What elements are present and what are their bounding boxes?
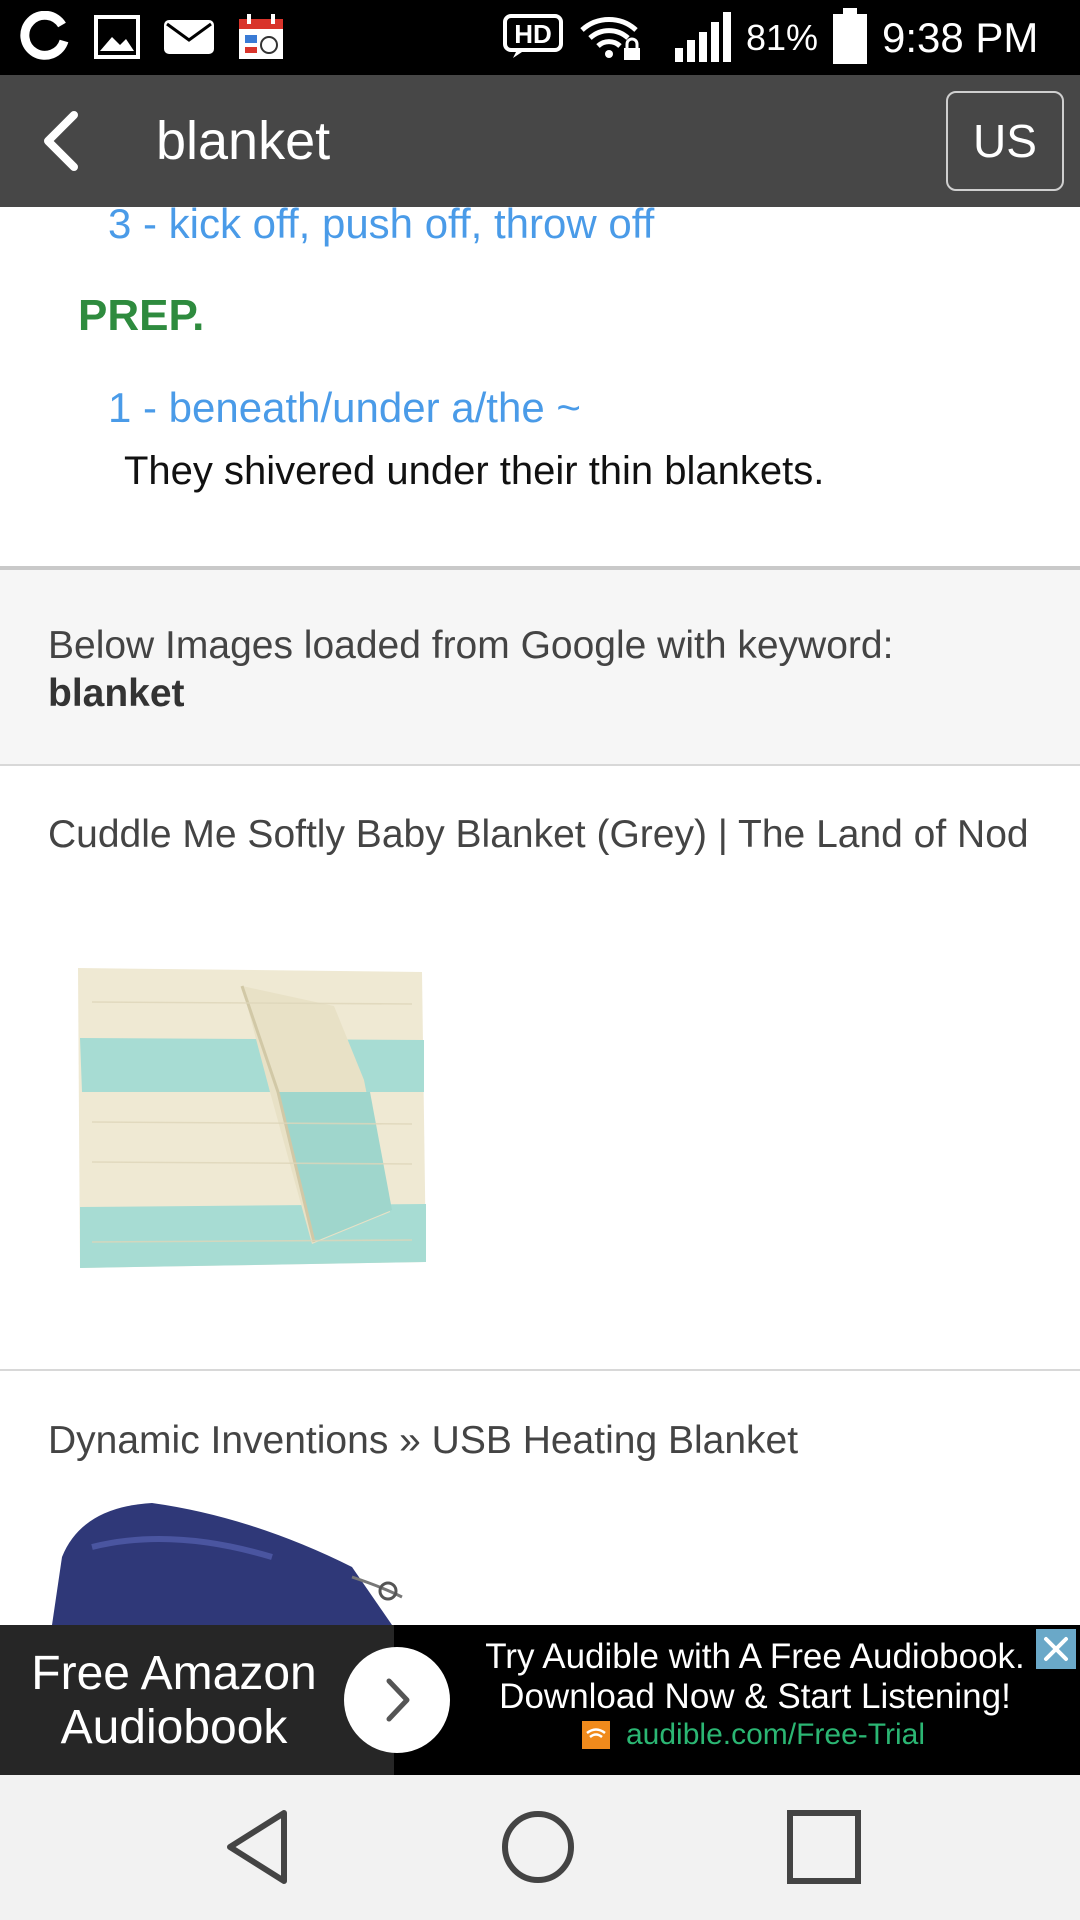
app-bar: blanket US xyxy=(0,75,1080,207)
app-o-icon xyxy=(16,11,72,62)
nav-back-button[interactable] xyxy=(206,1797,306,1897)
hd-label: HD xyxy=(514,19,552,49)
close-icon xyxy=(1041,1634,1071,1664)
result-image-1[interactable] xyxy=(52,942,436,1302)
gallery-icon xyxy=(92,12,142,62)
calendar-icon xyxy=(236,12,286,62)
nav-recents-button[interactable] xyxy=(774,1797,874,1897)
hd-icon: HD xyxy=(502,12,564,62)
status-bar: HD 81% 9:38 PM xyxy=(0,0,1080,75)
recents-square-icon xyxy=(784,1807,864,1887)
email-icon xyxy=(162,12,216,62)
result-title-2[interactable]: Dynamic Inventions » USB Heating Blanket xyxy=(48,1417,1038,1465)
battery-icon xyxy=(830,8,870,66)
signal-icon xyxy=(672,12,738,62)
ad-close-button[interactable] xyxy=(1036,1629,1076,1669)
divider xyxy=(0,1369,1080,1371)
nav-home-button[interactable] xyxy=(488,1797,588,1897)
wifi-lock-icon xyxy=(576,12,646,62)
content-area[interactable]: 3 - kick off, push off, throw off PREP. … xyxy=(0,207,1080,1625)
definition-prep-1[interactable]: 1 - beneath/under a/the ~ xyxy=(108,383,581,433)
page-title: blanket xyxy=(156,111,331,171)
ad-banner[interactable]: Free Amazon Audiobook Try Audible with A… xyxy=(0,1625,1080,1775)
ad-left-panel[interactable]: Free Amazon Audiobook xyxy=(0,1625,394,1775)
google-info-text: Below Images loaded from Google with key… xyxy=(48,624,894,667)
navigation-bar xyxy=(0,1775,1080,1920)
back-arrow-icon xyxy=(38,109,82,173)
divider xyxy=(0,764,1080,766)
clock: 9:38 PM xyxy=(882,14,1039,61)
example-sentence: They shivered under their thin blankets. xyxy=(124,449,825,493)
pos-label-prep: PREP. xyxy=(78,291,205,340)
ad-url[interactable]: audible.com/Free-Trial xyxy=(626,1717,925,1753)
battery-percent: 81% xyxy=(746,17,819,58)
result-image-2[interactable] xyxy=(52,1487,452,1625)
ad-headline: Try Audible with A Free Audiobook. xyxy=(485,1637,1025,1676)
back-button[interactable] xyxy=(18,99,102,183)
home-circle-icon xyxy=(498,1807,578,1887)
google-info-block: Below Images loaded from Google with key… xyxy=(0,570,1080,765)
language-button[interactable]: US xyxy=(946,91,1064,191)
back-triangle-icon xyxy=(216,1807,296,1887)
ad-go-button[interactable] xyxy=(344,1647,450,1753)
google-info-keyword: blanket xyxy=(48,672,185,715)
definition-verb-3[interactable]: 3 - kick off, push off, throw off xyxy=(108,207,654,249)
ad-subline: Download Now & Start Listening! xyxy=(499,1677,1011,1716)
chevron-right-icon xyxy=(377,1673,417,1727)
audible-logo-icon xyxy=(582,1721,610,1749)
result-title-1[interactable]: Cuddle Me Softly Baby Blanket (Grey) | T… xyxy=(48,811,1038,859)
ad-left-text: Free Amazon Audiobook xyxy=(31,1647,317,1754)
